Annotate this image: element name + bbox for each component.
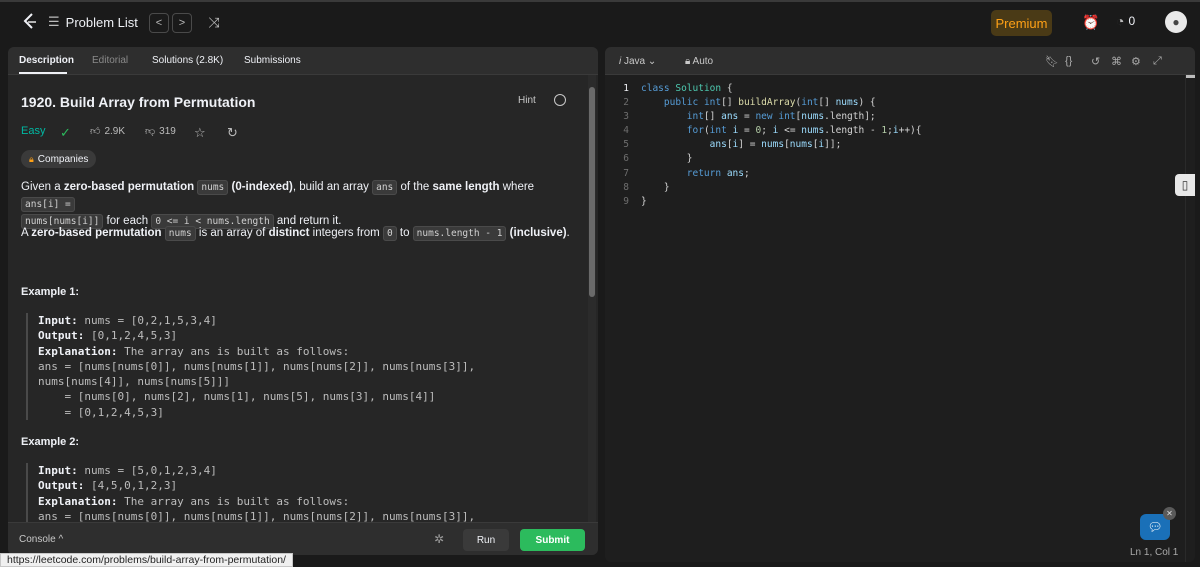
hint-button[interactable]: Hint — [518, 95, 536, 106]
language-selector[interactable]: i Java ⌄ — [619, 56, 656, 67]
problem-panel: Description Editorial Solutions (2.8K) S… — [8, 47, 598, 555]
problem-tabs: Description Editorial Solutions (2.8K) S… — [8, 47, 598, 75]
auto-mode-toggle[interactable]: 🔒︎ Auto — [685, 56, 713, 67]
editor-scrollbar[interactable] — [1185, 75, 1195, 562]
line-number: 9 — [623, 195, 629, 207]
cursor-position: Ln 1, Col 1 — [1130, 547, 1179, 558]
smiley-icon[interactable] — [554, 94, 566, 106]
line-number: 6 — [623, 153, 629, 165]
line-number: 1 — [623, 83, 629, 94]
difficulty-badge: Easy — [21, 125, 46, 137]
tab-description[interactable]: Description — [19, 55, 74, 66]
example-1-title: Example 1: — [21, 286, 80, 298]
code-line: } — [641, 195, 647, 207]
command-icon[interactable]: ⌘ — [1111, 55, 1122, 68]
code-line: return ans; — [686, 167, 750, 179]
code-line: public int[] buildArray(int[] nums) { — [663, 97, 876, 109]
close-icon[interactable]: ✕ — [1163, 507, 1176, 520]
chevron-up-icon: ^ — [58, 534, 64, 545]
streak-count: 0 — [1128, 14, 1136, 28]
code-line: ans[i] = nums[nums[i]]; — [709, 139, 842, 151]
code-line: } — [641, 181, 670, 193]
problem-list-link[interactable]: ☰ Problem List — [48, 14, 138, 30]
tab-editorial[interactable]: Editorial — [92, 55, 128, 66]
list-icon: ☰ — [48, 14, 60, 29]
line-number: 4 — [623, 125, 629, 137]
status-url: https://leetcode.com/problems/build-arra… — [0, 553, 293, 567]
code-line: for(int i = 0; i <= nums.length - 1;i++)… — [686, 125, 922, 137]
reset-icon[interactable]: ↺ — [1091, 55, 1100, 68]
problem-description: 1920. Build Array from Permutation Hint … — [8, 75, 586, 522]
code-line: int[] ans = new int[nums.length]; — [686, 111, 876, 123]
example-2-title: Example 2: — [21, 436, 80, 448]
shuffle-icon[interactable]: ⤨ — [205, 13, 223, 31]
console-bar: Console ^ ✲ Run Submit — [8, 522, 598, 555]
lock-icon: 🔒︎ — [685, 56, 693, 67]
top-navigation-bar: ☰ Problem List < > ⤨ Premium ⏰ ◔ 0 ● — [0, 0, 1200, 40]
submit-button[interactable]: Submit — [520, 529, 585, 551]
line-number: 3 — [623, 111, 629, 123]
tab-submissions[interactable]: Submissions — [244, 55, 301, 66]
line-number-gutter: 1 2 3 4 5 6 7 8 9 — [605, 82, 635, 209]
next-problem-button[interactable]: > — [172, 13, 192, 33]
like-count: 2.9K — [104, 125, 126, 137]
thumbs-up-icon: 👍︎ — [90, 126, 101, 137]
premium-button[interactable]: Premium — [991, 10, 1052, 36]
streak-icon[interactable]: ◔ 0 — [1116, 13, 1135, 29]
editor-toolbar: i Java ⌄ 🔒︎ Auto 🔖︎ {} ↺ ⌘ ⚙ ⤢ — [605, 47, 1195, 75]
description-paragraph-1: Given a zero-based permutation nums (0-i… — [21, 180, 535, 229]
bookmark-icon[interactable]: 🔖︎ — [1045, 55, 1059, 68]
run-button[interactable]: Run — [463, 529, 509, 551]
notes-panel-icon[interactable]: ▯ — [1175, 174, 1195, 196]
lock-icon: 🔒︎ — [29, 153, 34, 164]
thumbs-down-icon: 👎︎ — [145, 126, 156, 137]
example-2-block: Input: nums = [5,0,1,2,3,4] Output: [4,5… — [26, 463, 566, 522]
line-number: 5 — [623, 139, 629, 151]
flame-icon: ◔ — [1116, 13, 1125, 29]
alarm-clock-icon[interactable]: ⏰ — [1082, 13, 1100, 31]
console-toggle[interactable]: Console ^ — [19, 534, 63, 545]
line-number: 8 — [623, 181, 629, 193]
code-editor-panel: i Java ⌄ 🔒︎ Auto 🔖︎ {} ↺ ⌘ ⚙ ⤢ 1 2 3 4 5… — [605, 47, 1195, 562]
solved-check-icon: ✓ — [60, 125, 71, 140]
example-1-block: Input: nums = [0,2,1,5,3,4] Output: [0,1… — [26, 313, 566, 421]
chevron-down-icon: ⌄ — [647, 56, 657, 67]
share-icon[interactable]: ↻ — [227, 125, 238, 141]
description-paragraph-2: A zero-based permutation nums is an arra… — [21, 226, 570, 241]
gear-icon[interactable]: ⚙ — [1131, 55, 1141, 68]
scrollbar-thumb[interactable] — [589, 87, 595, 297]
star-icon[interactable]: ☆ — [194, 125, 206, 141]
user-avatar[interactable]: ● — [1165, 11, 1187, 33]
code-line: class Solution { — [641, 83, 733, 94]
problem-title: 1920. Build Array from Permutation — [21, 94, 256, 110]
dislike-button[interactable]: 👎︎ 319 — [145, 125, 176, 138]
companies-tag[interactable]: 🔒︎ Companies — [21, 150, 97, 168]
leetcode-logo-icon[interactable] — [20, 12, 40, 32]
prev-problem-button[interactable]: < — [149, 13, 169, 33]
active-tab-indicator — [19, 72, 67, 74]
code-line: } — [641, 153, 693, 165]
like-button[interactable]: 👍︎ 2.9K — [90, 125, 126, 138]
expand-icon[interactable]: ⤢ — [1153, 55, 1162, 68]
dislike-count: 319 — [159, 125, 176, 137]
problem-list-label: Problem List — [65, 14, 138, 30]
line-number: 2 — [623, 97, 629, 109]
tab-solutions[interactable]: Solutions (2.8K) — [152, 55, 223, 66]
braces-icon[interactable]: {} — [1065, 55, 1072, 67]
companies-label: Companies — [37, 153, 89, 165]
line-number: 7 — [623, 167, 629, 179]
bug-icon[interactable]: ✲ — [434, 532, 444, 546]
description-scrollbar[interactable] — [588, 75, 596, 522]
code-text-area[interactable]: class Solution { public int[] buildArray… — [641, 82, 921, 209]
scrollbar-cursor-marker — [1186, 75, 1195, 78]
